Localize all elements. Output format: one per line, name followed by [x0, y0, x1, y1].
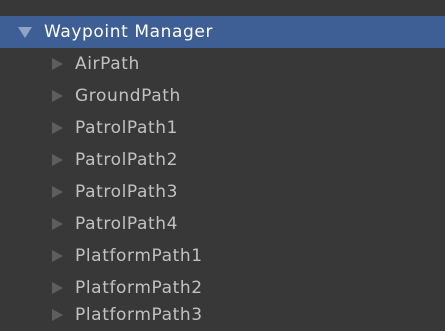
hierarchy-item-label: AirPath — [75, 54, 140, 74]
triangle-right-icon[interactable] — [52, 122, 63, 134]
hierarchy-item-groundpath[interactable]: GroundPath — [0, 80, 445, 112]
hierarchy-item-label: PatrolPath2 — [75, 150, 179, 170]
hierarchy-item-platformpath1[interactable]: PlatformPath1 — [0, 240, 445, 272]
triangle-right-icon[interactable] — [52, 186, 63, 198]
hierarchy-item-label: Waypoint Manager — [44, 22, 214, 42]
triangle-right-icon[interactable] — [52, 58, 63, 70]
hierarchy-item-label: PatrolPath4 — [75, 214, 179, 234]
triangle-right-icon[interactable] — [52, 250, 63, 262]
hierarchy-item-airpath[interactable]: AirPath — [0, 48, 445, 80]
hierarchy-item-patrolpath3[interactable]: PatrolPath3 — [0, 176, 445, 208]
hierarchy-panel: Waypoint Manager AirPath GroundPath Patr… — [0, 0, 445, 331]
triangle-right-icon[interactable] — [52, 90, 63, 102]
hierarchy-item-patrolpath4[interactable]: PatrolPath4 — [0, 208, 445, 240]
triangle-right-icon[interactable] — [52, 218, 63, 230]
hierarchy-item-label: PlatformPath2 — [75, 278, 203, 298]
hierarchy-item-patrolpath2[interactable]: PatrolPath2 — [0, 144, 445, 176]
hierarchy-item-waypoint-manager[interactable]: Waypoint Manager — [0, 16, 445, 48]
hierarchy-item-label: GroundPath — [75, 86, 181, 106]
triangle-right-icon[interactable] — [52, 309, 63, 321]
triangle-down-icon[interactable] — [18, 27, 32, 38]
hierarchy-item-label: PlatformPath1 — [75, 246, 203, 266]
triangle-right-icon[interactable] — [52, 282, 63, 294]
triangle-right-icon[interactable] — [52, 154, 63, 166]
hierarchy-item-patrolpath1[interactable]: PatrolPath1 — [0, 112, 445, 144]
hierarchy-item-label: PatrolPath1 — [75, 118, 179, 138]
hierarchy-item-label: PatrolPath3 — [75, 182, 179, 202]
hierarchy-item-label: PlatformPath3 — [75, 305, 203, 325]
hierarchy-item-platformpath3[interactable]: PlatformPath3 — [0, 299, 445, 331]
